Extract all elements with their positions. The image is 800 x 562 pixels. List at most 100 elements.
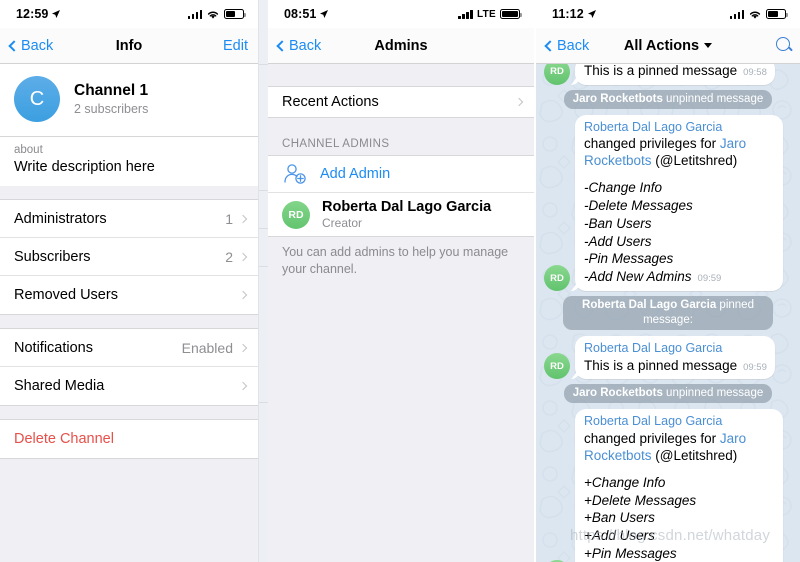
privilege-list: -Change Info -Delete Messages -Ban Users… <box>584 179 775 286</box>
back-button-middle[interactable]: Back <box>276 37 322 54</box>
avatar: RD <box>544 353 570 380</box>
row-administrators[interactable]: Administrators 1 <box>0 200 258 238</box>
status-time-text: 08:51 <box>284 7 317 21</box>
privilege-item: -Change Info <box>584 180 663 196</box>
message-bubble[interactable]: Roberta Dal Lago Garcia changed privileg… <box>575 114 783 292</box>
row-subscribers-label: Subscribers <box>14 248 91 265</box>
message-time: 09:58 <box>743 67 767 78</box>
row-notifications[interactable]: Notifications Enabled <box>0 329 258 367</box>
privilege-item: -Add New Admins <box>584 269 692 285</box>
service-pill: Jaro Rocketbots unpinned message <box>563 89 773 109</box>
chevron-left-icon <box>8 39 20 52</box>
row-administrators-value: 1 <box>225 210 233 227</box>
members-group: Administrators 1 Subscribers 2 Removed U… <box>0 199 258 315</box>
chevron-left-icon <box>276 39 288 52</box>
row-notifications-value: Enabled <box>181 339 233 356</box>
all-actions-label: All Actions <box>623 37 700 54</box>
service-action: unpinned message <box>662 92 764 105</box>
message-author: Roberta Dal Lago Garcia <box>584 119 723 134</box>
chevron-right-icon <box>238 214 248 223</box>
row-removed-users-label: Removed Users <box>14 287 118 303</box>
message-text: changed privileges for Jaro Rocketbots (… <box>584 431 747 463</box>
row-recent-actions-label: Recent Actions <box>282 94 379 110</box>
avatar: RD <box>544 265 570 292</box>
message-list: RD This is a pinned message 09:58 Jaro R… <box>536 64 800 562</box>
status-time-text: 11:12 <box>552 7 584 21</box>
privilege-item: +Change Info <box>584 474 666 490</box>
service-pill: Roberta Dal Lago Garcia pinned message: <box>563 296 773 330</box>
message-item[interactable]: RD This is a pinned message 09:58 <box>544 64 792 85</box>
message-time: 09:59 <box>697 273 722 285</box>
message-bubble[interactable]: Roberta Dal Lago Garcia This is a pinned… <box>575 335 775 380</box>
channel-info-body: C Channel 1 2 subscribers about Write de… <box>0 64 258 562</box>
privilege-item: -Pin Messages <box>584 251 674 267</box>
service-message: Jaro Rocketbots unpinned message <box>544 384 792 404</box>
row-recent-actions[interactable]: Recent Actions <box>268 86 534 118</box>
message-item[interactable]: RD Roberta Dal Lago Garcia This is a pin… <box>544 335 792 380</box>
phone-panel-channel-info: 12:59 Back Info Edit C Channel 1 2 subsc… <box>0 0 258 562</box>
privilege-item: +Add Users <box>584 528 655 544</box>
row-delete-channel[interactable]: Delete Channel <box>0 420 258 458</box>
row-removed-users[interactable]: Removed Users <box>0 276 258 314</box>
search-button[interactable] <box>776 36 790 55</box>
chevron-right-icon <box>514 97 524 107</box>
status-time-left: 12:59 <box>16 7 61 21</box>
row-shared-media[interactable]: Shared Media <box>0 367 258 405</box>
row-subscribers[interactable]: Subscribers 2 <box>0 238 258 276</box>
wifi-icon <box>749 11 761 19</box>
back-button-left[interactable]: Back <box>8 37 54 54</box>
back-label: Back <box>21 37 54 54</box>
location-arrow-icon <box>52 10 61 18</box>
admin-role: Creator <box>322 216 363 230</box>
status-time-middle: 08:51 <box>284 7 329 21</box>
privilege-item: -Add Users <box>584 233 652 249</box>
add-person-icon <box>282 162 308 186</box>
status-time-text: 12:59 <box>16 7 49 21</box>
admins-help-note: You can add admins to help you manage yo… <box>282 245 509 276</box>
chevron-right-icon <box>238 252 248 261</box>
chevron-left-icon <box>544 39 556 52</box>
message-bubble[interactable]: Roberta Dal Lago Garcia changed privileg… <box>575 409 783 562</box>
privilege-list: +Change Info +Delete Messages +Ban Users… <box>584 474 775 562</box>
location-arrow-icon <box>587 10 596 18</box>
phone-panel-admins: 08:51 LTE Back Admins Recent Actions CHA… <box>268 0 534 562</box>
chevron-down-icon <box>704 43 713 48</box>
admins-body: Recent Actions CHANNEL ADMINS Add Admin <box>268 64 534 562</box>
search-icon <box>776 36 790 51</box>
message-item[interactable]: RD Roberta Dal Lago Garcia changed privi… <box>544 114 792 292</box>
service-action: unpinned message <box>662 387 764 400</box>
danger-group: Delete Channel <box>0 419 258 459</box>
signal-bars-icon <box>458 9 473 19</box>
section-header-channel-admins: CHANNEL ADMINS <box>282 138 390 150</box>
edit-button[interactable]: Edit <box>223 38 248 54</box>
recent-actions-chat[interactable]: RD This is a pinned message 09:58 Jaro R… <box>536 64 800 562</box>
about-description[interactable]: Write description here <box>14 159 244 175</box>
row-shared-media-label: Shared Media <box>14 378 105 394</box>
back-label: Back <box>289 37 322 54</box>
message-bubble[interactable]: This is a pinned message 09:58 <box>575 64 775 85</box>
status-time-right: 11:12 <box>552 7 597 21</box>
service-actor: Roberta Dal Lago Garcia <box>582 299 717 312</box>
chevron-right-icon <box>238 343 248 352</box>
signal-bars-icon <box>187 9 202 19</box>
privilege-item: -Ban Users <box>584 215 652 231</box>
back-button-right[interactable]: Back <box>544 37 590 54</box>
about-section: about Write description here <box>0 136 258 186</box>
service-message: Roberta Dal Lago Garcia pinned message: <box>544 296 792 330</box>
service-actor: Jaro Rocketbots <box>572 387 663 400</box>
carrier-label: LTE <box>476 8 496 20</box>
row-add-admin[interactable]: Add Admin <box>268 156 534 193</box>
message-author: Roberta Dal Lago Garcia <box>584 340 723 355</box>
message-text: changed privileges for Jaro Rocketbots (… <box>584 136 747 169</box>
message-author: Roberta Dal Lago Garcia <box>584 414 723 429</box>
admin-name: Roberta Dal Lago Garcia <box>322 199 492 215</box>
back-label: Back <box>557 37 590 54</box>
nav-bar-right: Back All Actions <box>536 28 800 64</box>
channel-avatar: C <box>14 76 60 122</box>
admins-card: Add Admin RD Roberta Dal Lago Garcia Cre… <box>268 155 534 237</box>
service-actor: Jaro Rocketbots <box>572 92 663 105</box>
message-item[interactable]: RD Roberta Dal Lago Garcia changed privi… <box>544 409 792 562</box>
row-admin-creator[interactable]: RD Roberta Dal Lago Garcia Creator <box>268 193 534 236</box>
channel-name: Channel 1 <box>74 82 149 99</box>
channel-profile-header[interactable]: C Channel 1 2 subscribers <box>0 64 258 136</box>
